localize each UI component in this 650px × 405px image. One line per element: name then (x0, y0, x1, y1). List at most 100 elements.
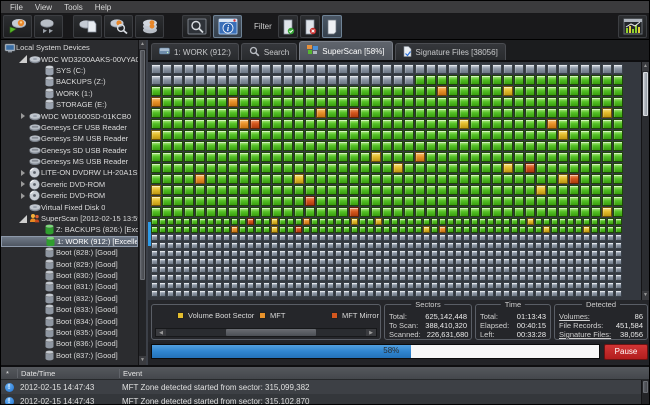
sidebar-item[interactable]: Genesys SD USB Reader (1, 145, 138, 156)
log-column-event[interactable]: Event (119, 369, 649, 378)
filter-error-icon[interactable] (300, 15, 320, 38)
sidebar-item[interactable]: Generic DVD-ROM (1, 179, 138, 190)
menu-item-view[interactable]: View (30, 2, 57, 13)
sidebar-item[interactable]: Genesys MS USB Reader (1, 156, 138, 167)
log-scrollbar[interactable] (641, 380, 649, 404)
pause-button[interactable]: Pause (604, 344, 648, 360)
map-cell (514, 75, 524, 85)
sidebar-item[interactable]: WDC WD3200AAKS-00VYA0 (1, 53, 138, 64)
statistics-icon[interactable] (618, 15, 647, 38)
scroll-down-icon[interactable]: ▼ (139, 356, 146, 365)
tab-signature-files-38056[interactable]: Signature Files [38056] (395, 43, 506, 60)
scrollbar-thumb[interactable] (140, 50, 145, 280)
tab-1-work-912[interactable]: 1: WORK (912:) (151, 43, 239, 60)
map-cell (191, 274, 198, 281)
dvd-icon (28, 179, 41, 190)
map-cell (535, 282, 542, 289)
map-cell (151, 141, 161, 151)
map-cell (615, 234, 622, 241)
legend-scrollbar[interactable]: ◀ ▶ (155, 328, 377, 337)
map-cell (558, 185, 568, 195)
sidebar-item[interactable]: Genesys SM USB Reader (1, 133, 138, 144)
recover-files-icon[interactable] (73, 15, 102, 38)
menu-item-file[interactable]: File (5, 2, 28, 13)
expand-arrow-icon[interactable] (18, 193, 28, 199)
sidebar-item[interactable]: Genesys CF USB Reader (1, 122, 138, 133)
sidebar-item[interactable]: Generic DVD-ROM (1, 190, 138, 201)
sidebar-item[interactable]: WORK (1:) (1, 88, 138, 99)
sidebar-item[interactable]: SuperScan [2012-02-15 13:59... (1, 213, 138, 224)
sidebar-scrollbar[interactable]: ▲ ▼ (138, 40, 146, 365)
map-cell (191, 218, 198, 225)
open-disk-icon[interactable] (3, 15, 32, 38)
tab-superscan-58[interactable]: SuperScan [58%] (299, 41, 392, 60)
expand-arrow-icon[interactable] (18, 181, 28, 187)
collapse-arrow-icon[interactable] (18, 215, 28, 223)
map-cell (487, 226, 494, 233)
scroll-down-icon[interactable]: ▼ (642, 291, 649, 300)
map-cell (239, 250, 246, 257)
map-cell (607, 266, 614, 273)
scrollbar-thumb[interactable] (643, 381, 648, 393)
expand-arrow-icon[interactable] (18, 170, 28, 176)
scroll-up-icon[interactable]: ▲ (642, 62, 649, 71)
map-scrollbar[interactable]: ▲ ▼ (641, 62, 649, 300)
scrollbar-thumb[interactable] (226, 329, 316, 336)
stat-link-label[interactable]: Volumes: (559, 312, 590, 321)
sidebar-item[interactable]: Boot (832:) [Good] (1, 293, 138, 304)
scroll-left-icon[interactable]: ◀ (156, 329, 166, 336)
sidebar-item[interactable]: Boot (833:) [Good] (1, 304, 138, 315)
map-cell (503, 119, 513, 129)
sidebar-item[interactable]: SYS (C:) (1, 65, 138, 76)
map-cell (423, 242, 430, 249)
map-cell (383, 282, 390, 289)
sidebar-item[interactable]: Boot (831:) [Good] (1, 281, 138, 292)
map-cell (159, 258, 166, 265)
sidebar-item[interactable]: Boot (835:) [Good] (1, 327, 138, 338)
sidebar-item-label: Boot (834:) [Good] (56, 317, 118, 326)
sidebar-item[interactable]: Z: BACKUPS (826:) [Excell... (1, 224, 138, 235)
menu-item-help[interactable]: Help (90, 2, 116, 13)
map-cell (599, 242, 606, 249)
map-cell (423, 250, 430, 257)
filter-ok-icon[interactable] (278, 15, 298, 38)
sidebar-item[interactable]: Boot (828:) [Good] (1, 247, 138, 258)
map-cell (535, 234, 542, 241)
log-column-icon[interactable]: * (1, 369, 17, 378)
sidebar-item[interactable]: LITE-ON DVDRW LH-20A1S (1, 167, 138, 178)
preview-icon[interactable] (182, 15, 211, 38)
scan-disk-icon[interactable] (104, 15, 133, 38)
collapse-arrow-icon[interactable] (18, 55, 28, 63)
scroll-right-icon[interactable]: ▶ (366, 329, 376, 336)
map-cell (481, 174, 491, 184)
log-row[interactable]: !2012-02-15 14:47:43MFT Zone detected st… (1, 380, 649, 394)
log-row[interactable]: !2012-02-15 14:47:43MFT Zone detected st… (1, 394, 649, 404)
map-cell (349, 163, 359, 173)
sidebar-item[interactable]: BACKUPS (Z:) (1, 76, 138, 87)
sidebar-item[interactable]: Boot (834:) [Good] (1, 315, 138, 326)
filter-all-icon[interactable] (322, 15, 342, 38)
sidebar-item[interactable]: Boot (836:) [Good] (1, 338, 138, 349)
menu-item-tools[interactable]: Tools (59, 2, 88, 13)
disk-copy-icon[interactable] (34, 15, 63, 38)
sidebar-item[interactable]: Local System Devices (1, 42, 138, 53)
map-cell (407, 258, 414, 265)
log-column-datetime[interactable]: Date/Time (17, 369, 119, 378)
map-cell (283, 97, 293, 107)
expand-arrow-icon[interactable] (18, 113, 28, 119)
sidebar-item[interactable]: STORAGE (E:) (1, 99, 138, 110)
sidebar-item[interactable]: 1: WORK (912:) [Excellent] (1, 236, 138, 247)
info-icon[interactable]: i (213, 15, 242, 38)
tab-search[interactable]: Search (241, 43, 297, 60)
sidebar-item[interactable]: Boot (837:) [Good] (1, 350, 138, 361)
sidebar-item[interactable]: Boot (830:) [Good] (1, 270, 138, 281)
map-cell (279, 226, 286, 233)
sidebar-item[interactable]: Boot (829:) [Good] (1, 258, 138, 269)
sidebar-item[interactable]: WDC WD1600SD-01KCB0 (1, 110, 138, 121)
stat-link-label[interactable]: Signature Files: (559, 330, 611, 339)
sidebar-item[interactable]: Virtual Fixed Disk 0 (1, 201, 138, 212)
disk-stack-icon[interactable] (135, 15, 164, 38)
map-cell (199, 266, 206, 273)
scroll-up-icon[interactable]: ▲ (139, 40, 146, 49)
scrollbar-thumb[interactable] (643, 72, 648, 116)
